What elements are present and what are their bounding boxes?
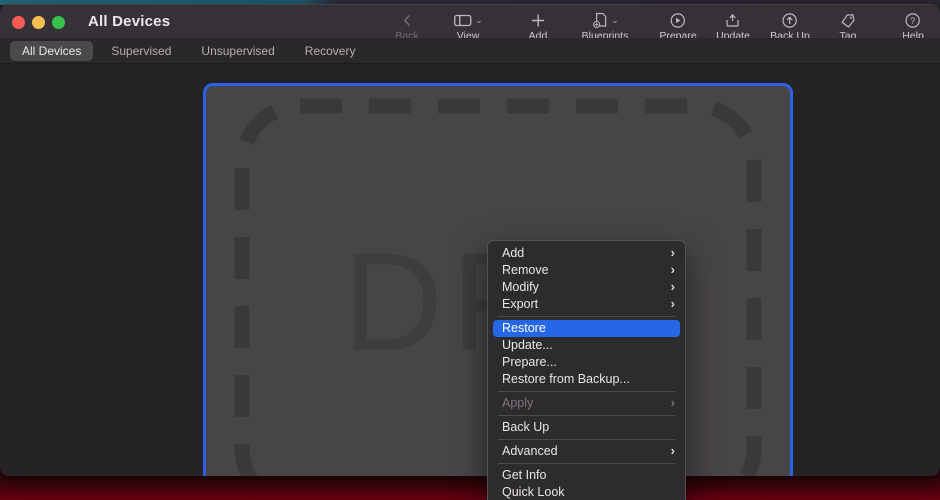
submenu-chevron-icon: › [671,296,675,312]
play-circle-icon [669,12,686,29]
svg-text:?: ? [910,16,915,26]
zoom-button[interactable] [52,16,65,29]
minimize-button[interactable] [32,16,45,29]
submenu-chevron-icon: › [671,245,675,261]
tab-recovery[interactable]: Recovery [293,41,368,61]
tab-strip: All Devices Supervised Unsupervised Reco… [0,38,940,64]
arrow-up-circle-icon [782,12,799,29]
menu-separator [498,316,675,317]
titlebar: All Devices Back ⌄ View [0,4,940,38]
tab-unsupervised[interactable]: Unsupervised [189,41,286,61]
menu-item-update[interactable]: Update... [488,337,685,354]
menu-separator [498,463,675,464]
chevron-left-icon [399,12,415,29]
menu-separator [498,439,675,440]
tab-supervised[interactable]: Supervised [99,41,183,61]
menu-item-back-up[interactable]: Back Up [488,419,685,436]
blueprint-doc-icon [591,12,608,29]
menu-item-restore-from-backup[interactable]: Restore from Backup... [488,371,685,388]
screen: All Devices Back ⌄ View [0,0,940,500]
submenu-chevron-icon: › [671,279,675,295]
tab-all-devices[interactable]: All Devices [10,41,93,61]
menu-separator [498,415,675,416]
tray-arrow-icon [724,12,741,29]
panel-icon [453,12,472,29]
question-circle-icon: ? [904,12,921,29]
menu-item-prepare[interactable]: Prepare... [488,354,685,371]
menu-item-add[interactable]: Add› [488,245,685,262]
menu-item-get-info[interactable]: Get Info [488,467,685,484]
tag-icon [840,12,857,29]
app-window: All Devices Back ⌄ View [0,4,940,476]
chevron-down-icon: ⌄ [611,16,619,25]
plus-icon [531,12,546,29]
submenu-chevron-icon: › [671,443,675,459]
menu-item-remove[interactable]: Remove› [488,262,685,279]
menu-item-export[interactable]: Export› [488,296,685,313]
menu-separator [498,391,675,392]
submenu-chevron-icon: › [671,262,675,278]
window-title: All Devices [88,13,170,30]
device-browser-area: DFU [0,65,940,476]
submenu-chevron-icon: › [671,395,675,411]
close-button[interactable] [12,16,25,29]
chevron-down-icon: ⌄ [475,16,483,25]
menu-item-modify[interactable]: Modify› [488,279,685,296]
menu-item-apply: Apply› [488,395,685,412]
menu-item-advanced[interactable]: Advanced› [488,443,685,460]
context-menu: Add› Remove› Modify› Export› Restore Upd… [487,240,686,500]
menu-item-restore[interactable]: Restore [493,320,680,337]
menu-item-quick-look[interactable]: Quick Look [488,484,685,500]
